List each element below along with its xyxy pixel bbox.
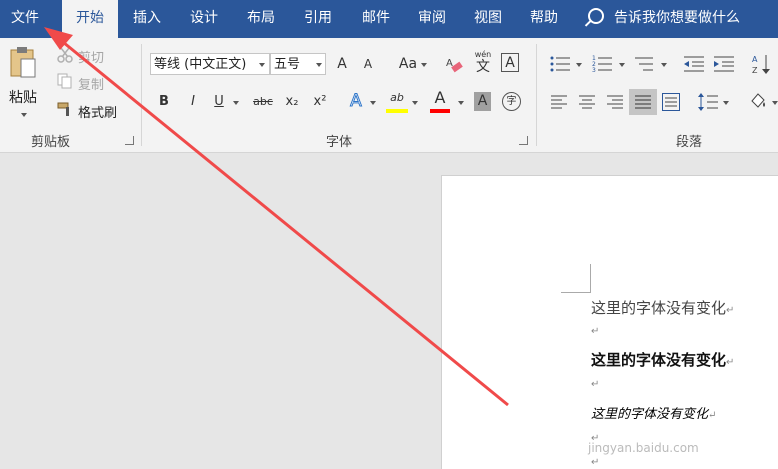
annotation-arrow	[44, 27, 509, 407]
